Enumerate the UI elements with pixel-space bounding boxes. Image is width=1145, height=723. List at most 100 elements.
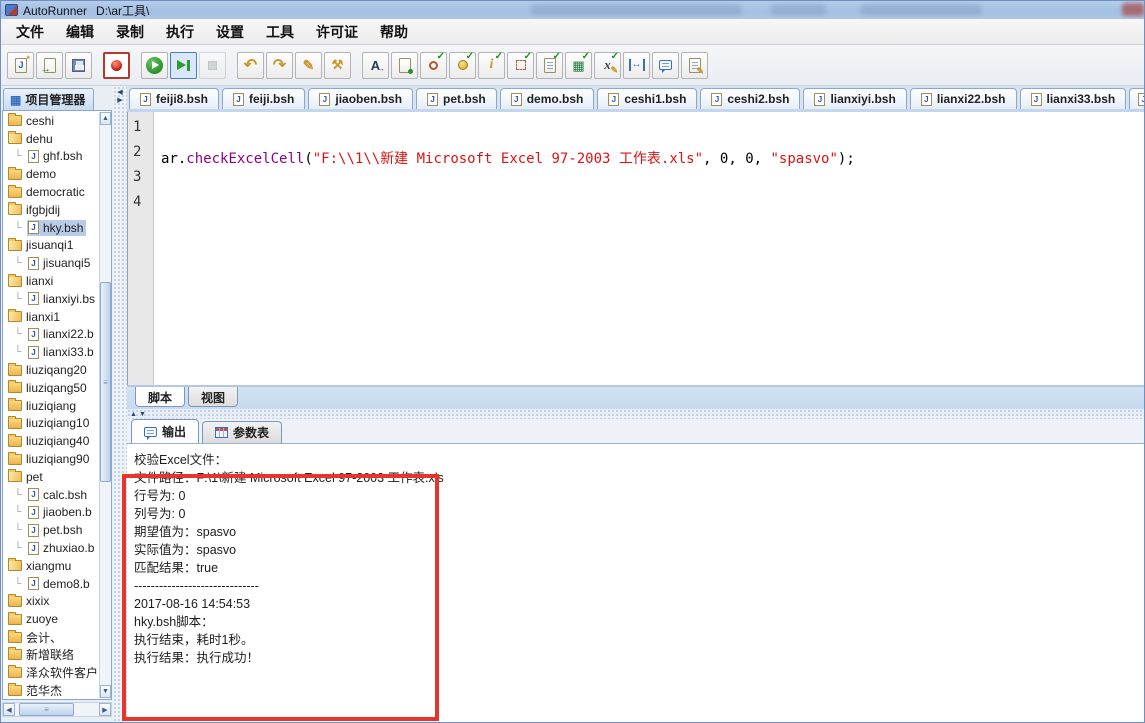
tree-item-新增联络[interactable]: 新增联络 [3,646,99,664]
tree-item-范华杰[interactable]: 范华杰 [3,682,99,700]
code-area[interactable]: ar.checkExcelCell("F:\\1\\新建 Microsoft E… [154,112,1144,385]
tree-item-liuziqiang[interactable]: liuziqiang [3,397,99,415]
tree-item-jisuanqi5[interactable]: └ jisuanqi5 [3,254,99,272]
info-checkpoint-button[interactable]: i ✓ [478,51,505,79]
tree-item-ifgbjdij[interactable]: ifgbjdij [3,201,99,219]
tools-wrench-button[interactable]: ⚒ [324,51,351,79]
stop-button[interactable] [199,51,226,79]
tree-item-liuziqang20[interactable]: liuziqang20 [3,361,99,379]
area-checkpoint-button[interactable]: ✓ [507,51,534,79]
scroll-right-arrow[interactable]: ▶ [99,703,111,716]
tree-item-demo8.b[interactable]: └ demo8.b [3,575,99,593]
tree-item-jiaoben.b[interactable]: └ jiaoben.b [3,504,99,522]
tree-item-pet.bsh[interactable]: └ pet.bsh [3,521,99,539]
tree-item-calc.bsh[interactable]: └ calc.bsh [3,486,99,504]
menu-设置[interactable]: 设置 [205,20,255,44]
tree-item-pet[interactable]: pet [3,468,99,486]
record-button[interactable] [103,51,130,79]
tree-item-lianxi33.b[interactable]: └ lianxi33.b [3,343,99,361]
output-tab-输出[interactable]: 输出 [131,419,200,443]
tab-pet.bsh[interactable]: pet.bsh [416,88,497,109]
view-tab-脚本[interactable]: 脚本 [135,387,186,407]
tree-item-会计、[interactable]: 会计、 [3,628,99,646]
tree-item-democratic[interactable]: democratic [3,183,99,201]
tab-jiaoben.bsh[interactable]: jiaoben.bsh [308,88,414,109]
new-script-button[interactable]: * [7,51,34,79]
project-panel-header[interactable]: ▦ 项目管理器 [3,88,95,110]
scroll-thumb[interactable]: ≡ [19,703,74,716]
open-script-button[interactable]: → [36,51,63,79]
menu-帮助[interactable]: 帮助 [369,20,419,44]
tree-item-lianxi[interactable]: lianxi [3,272,99,290]
run-step-button[interactable] [170,51,197,79]
collapse-up-icon[interactable]: ▲ [130,411,137,418]
tree-item-jisuanqi1[interactable]: jisuanqi1 [3,237,99,255]
tab-feiji8.bsh[interactable]: feiji8.bsh [129,88,220,109]
vertical-splitter[interactable]: ◀ ▶ [113,86,127,722]
sync-point-button[interactable]: ↔ [623,51,650,79]
formula-check-icon: ✎ [610,64,618,75]
save-script-button[interactable] [65,51,92,79]
menu-执行[interactable]: 执行 [155,20,205,44]
menu-文件[interactable]: 文件 [5,20,55,44]
value-checkpoint-button[interactable]: ✓ [449,51,476,79]
collapse-left-icon[interactable]: ◀ [117,89,122,96]
output-tab-参数表[interactable]: 参数表 [202,421,283,443]
tab-lianxi33.bsh[interactable]: lianxi33.bsh [1019,88,1127,109]
tab-lianxi22.bsh[interactable]: lianxi22.bsh [909,88,1017,109]
scroll-up-arrow[interactable]: ▲ [100,112,111,125]
tree-vertical-scrollbar[interactable]: ▲ ≡ ▼ [99,112,111,698]
tab-demo.bsh[interactable]: demo.bsh [499,88,595,109]
tab-partial[interactable] [1129,88,1144,109]
object-checkpoint-button[interactable]: ✓ [420,50,447,79]
text-checkpoint-button[interactable]: A → [362,51,389,79]
menu-录制[interactable]: 录制 [105,20,155,44]
insert-pen-button[interactable]: ✎ [295,51,322,79]
scroll-down-arrow[interactable]: ▼ [100,685,111,698]
tree-item-泽众软件客户[interactable]: 泽众软件客户 [3,664,99,682]
run-button[interactable] [141,51,168,79]
menu-编辑[interactable]: 编辑 [55,20,105,44]
tree-item-liuziqiang40[interactable]: liuziqiang40 [3,432,99,450]
horizontal-splitter[interactable]: ▲ ▼ [127,409,1144,419]
code-editor[interactable]: 1 2 3 4 ar.checkExcelCell("F:\\1\\新建 Micros… [127,112,1144,385]
message-output-button[interactable] [652,51,679,79]
collapse-down-icon[interactable]: ▼ [139,411,146,418]
tree-item-ceshi[interactable]: ceshi [3,112,99,130]
menu-许可证[interactable]: 许可证 [305,20,369,44]
tree-item-lianxi22.b[interactable]: └ lianxi22.b [3,326,99,344]
forward-arrow-button[interactable]: ↷ [266,51,293,79]
menu-工具[interactable]: 工具 [255,20,305,44]
tree-horizontal-scrollbar[interactable]: ◀ ≡ ▶ [2,702,112,717]
document-checkpoint-button[interactable]: ✓ [536,51,563,79]
checkmark-icon: ✓ [436,50,445,62]
excel-checkpoint-button[interactable]: ▦ ✓ [565,51,592,79]
tree-item-ghf.bsh[interactable]: └ ghf.bsh [3,148,99,166]
formula-checkpoint-button[interactable]: x ✎ ✓ [594,51,621,79]
scroll-thumb[interactable]: ≡ [100,282,111,482]
tree-item-xixix[interactable]: xixix [3,593,99,611]
properties-form-button[interactable]: ✎ [681,51,708,79]
tree-item-zuoye[interactable]: zuoye [3,610,99,628]
tree-item-liuziqang50[interactable]: liuziqang50 [3,379,99,397]
tree-item-hky.bsh[interactable]: └ hky.bsh [3,219,99,237]
back-arrow-button[interactable]: ↶ [237,51,264,79]
tree-item-zhuxiao.b[interactable]: └ zhuxiao.b [3,539,99,557]
view-tab-视图[interactable]: 视图 [188,387,239,407]
tree-item-lianxi1[interactable]: lianxi1 [3,308,99,326]
scroll-left-arrow[interactable]: ◀ [3,703,15,716]
tree-item-liuziqiang10[interactable]: liuziqiang10 [3,415,99,433]
tree-item-lianxiyi.bs[interactable]: └ lianxiyi.bs [3,290,99,308]
tree-item-liuziqiang90[interactable]: liuziqiang90 [3,450,99,468]
tree-item-label: jisuanqi5 [43,256,91,271]
tree-item-demo[interactable]: demo [3,165,99,183]
tab-lianxiyi.bsh[interactable]: lianxiyi.bsh [803,88,907,109]
tree-item-dehu[interactable]: dehu [3,130,99,148]
tab-ceshi1.bsh[interactable]: ceshi1.bsh [597,88,698,109]
image-checkpoint-button[interactable] [391,51,418,79]
tree-item-xiangmu[interactable]: xiangmu [3,557,99,575]
tab-feiji.bsh[interactable]: feiji.bsh [222,88,306,109]
tree-item-label: liuziqiang10 [26,416,90,431]
collapse-right-icon[interactable]: ▶ [117,97,122,104]
tab-ceshi2.bsh[interactable]: ceshi2.bsh [700,88,801,109]
